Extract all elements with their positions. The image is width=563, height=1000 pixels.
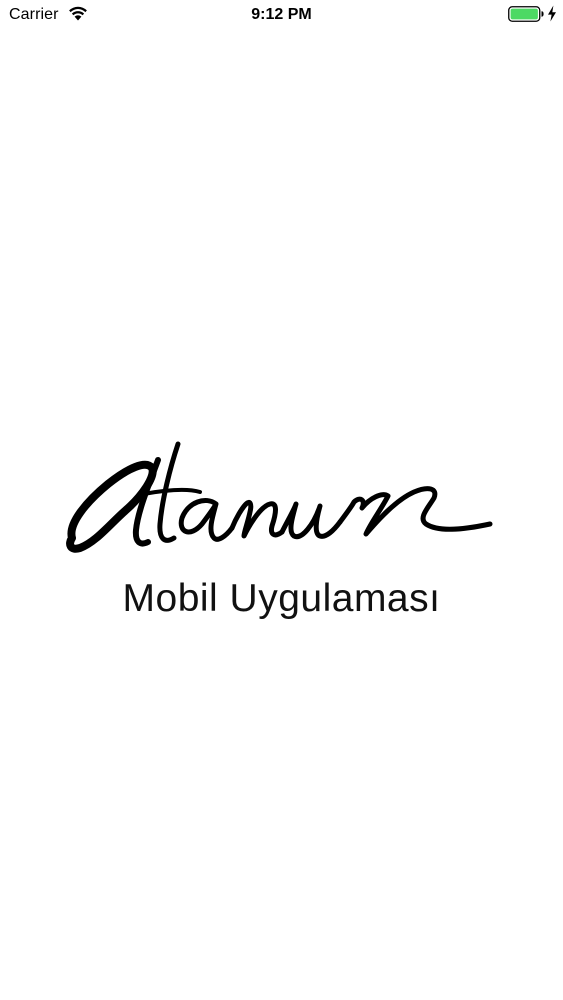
- splash-screen: Carrier 9:12 PM Mobil Uygulaması: [0, 0, 563, 1000]
- app-tagline: Mobil Uygulaması: [122, 577, 441, 620]
- status-bar: Carrier 9:12 PM: [0, 0, 563, 30]
- status-time: 9:12 PM: [251, 6, 312, 23]
- battery-icon: [508, 6, 544, 22]
- atanur-logo: [66, 441, 493, 553]
- charging-icon: [548, 5, 556, 22]
